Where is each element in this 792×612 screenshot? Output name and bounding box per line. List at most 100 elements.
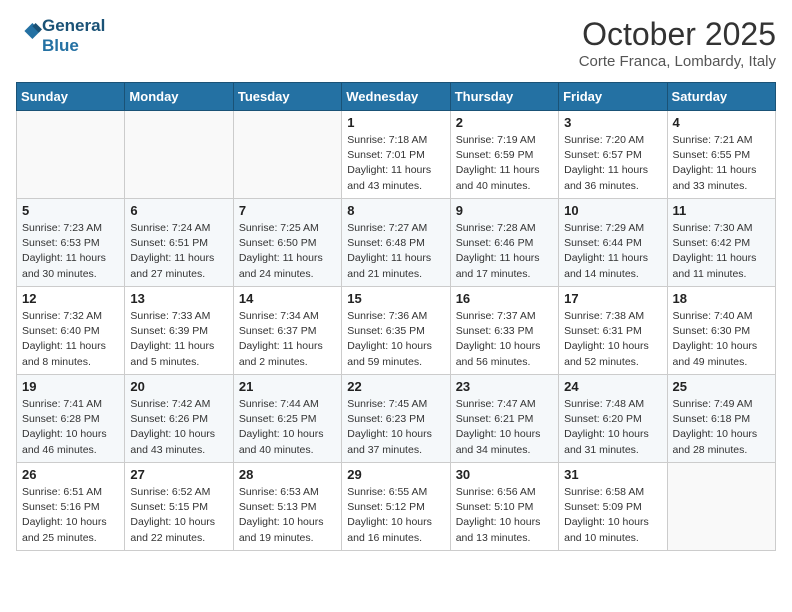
day-info: Sunrise: 7:25 AM Sunset: 6:50 PM Dayligh… [239, 221, 336, 282]
day-number: 13 [130, 291, 227, 306]
logo: General Blue [16, 16, 105, 55]
day-number: 17 [564, 291, 661, 306]
day-info: Sunrise: 7:49 AM Sunset: 6:18 PM Dayligh… [673, 397, 770, 458]
day-number: 19 [22, 379, 119, 394]
calendar-header-saturday: Saturday [667, 83, 775, 111]
day-info: Sunrise: 7:34 AM Sunset: 6:37 PM Dayligh… [239, 309, 336, 370]
calendar-cell: 30 Sunrise: 6:56 AM Sunset: 5:10 PM Dayli… [450, 463, 558, 551]
month-title: October 2025 [579, 16, 776, 53]
day-info: Sunrise: 7:45 AM Sunset: 6:23 PM Dayligh… [347, 397, 444, 458]
calendar-cell [667, 463, 775, 551]
calendar-header-monday: Monday [125, 83, 233, 111]
calendar-cell: 1 Sunrise: 7:18 AM Sunset: 7:01 PM Daylig… [342, 111, 450, 199]
day-info: Sunrise: 7:41 AM Sunset: 6:28 PM Dayligh… [22, 397, 119, 458]
day-number: 5 [22, 203, 119, 218]
calendar-cell: 12 Sunrise: 7:32 AM Sunset: 6:40 PM Dayli… [17, 287, 125, 375]
day-number: 3 [564, 115, 661, 130]
calendar-header-wednesday: Wednesday [342, 83, 450, 111]
day-info: Sunrise: 7:28 AM Sunset: 6:46 PM Dayligh… [456, 221, 553, 282]
day-info: Sunrise: 6:55 AM Sunset: 5:12 PM Dayligh… [347, 485, 444, 546]
calendar-cell: 18 Sunrise: 7:40 AM Sunset: 6:30 PM Dayli… [667, 287, 775, 375]
day-number: 21 [239, 379, 336, 394]
day-info: Sunrise: 7:38 AM Sunset: 6:31 PM Dayligh… [564, 309, 661, 370]
calendar-cell: 17 Sunrise: 7:38 AM Sunset: 6:31 PM Dayli… [559, 287, 667, 375]
day-info: Sunrise: 6:51 AM Sunset: 5:16 PM Dayligh… [22, 485, 119, 546]
calendar-cell: 25 Sunrise: 7:49 AM Sunset: 6:18 PM Dayli… [667, 375, 775, 463]
title-block: October 2025 Corte Franca, Lombardy, Ita… [579, 16, 776, 70]
calendar-cell: 8 Sunrise: 7:27 AM Sunset: 6:48 PM Daylig… [342, 199, 450, 287]
calendar-cell: 14 Sunrise: 7:34 AM Sunset: 6:37 PM Dayli… [233, 287, 341, 375]
day-info: Sunrise: 7:44 AM Sunset: 6:25 PM Dayligh… [239, 397, 336, 458]
calendar-week-row: 5 Sunrise: 7:23 AM Sunset: 6:53 PM Daylig… [17, 199, 776, 287]
day-info: Sunrise: 7:32 AM Sunset: 6:40 PM Dayligh… [22, 309, 119, 370]
day-number: 20 [130, 379, 227, 394]
day-info: Sunrise: 6:56 AM Sunset: 5:10 PM Dayligh… [456, 485, 553, 546]
calendar-week-row: 26 Sunrise: 6:51 AM Sunset: 5:16 PM Dayli… [17, 463, 776, 551]
logo-text-line1: General [42, 16, 105, 36]
calendar-header-sunday: Sunday [17, 83, 125, 111]
calendar-header-thursday: Thursday [450, 83, 558, 111]
calendar-cell: 24 Sunrise: 7:48 AM Sunset: 6:20 PM Dayli… [559, 375, 667, 463]
calendar-week-row: 12 Sunrise: 7:32 AM Sunset: 6:40 PM Dayli… [17, 287, 776, 375]
calendar-cell: 23 Sunrise: 7:47 AM Sunset: 6:21 PM Dayli… [450, 375, 558, 463]
day-number: 12 [22, 291, 119, 306]
day-info: Sunrise: 7:27 AM Sunset: 6:48 PM Dayligh… [347, 221, 444, 282]
day-number: 10 [564, 203, 661, 218]
day-info: Sunrise: 6:58 AM Sunset: 5:09 PM Dayligh… [564, 485, 661, 546]
day-info: Sunrise: 7:23 AM Sunset: 6:53 PM Dayligh… [22, 221, 119, 282]
day-number: 30 [456, 467, 553, 482]
day-number: 16 [456, 291, 553, 306]
day-info: Sunrise: 7:19 AM Sunset: 6:59 PM Dayligh… [456, 133, 553, 194]
day-number: 28 [239, 467, 336, 482]
calendar-cell: 19 Sunrise: 7:41 AM Sunset: 6:28 PM Dayli… [17, 375, 125, 463]
day-number: 31 [564, 467, 661, 482]
day-info: Sunrise: 7:21 AM Sunset: 6:55 PM Dayligh… [673, 133, 770, 194]
logo-icon [18, 21, 42, 41]
day-number: 8 [347, 203, 444, 218]
day-info: Sunrise: 7:48 AM Sunset: 6:20 PM Dayligh… [564, 397, 661, 458]
calendar-cell: 16Sunrise: 7:37 AM Sunset: 6:33 PM Dayli… [450, 287, 558, 375]
day-number: 1 [347, 115, 444, 130]
day-info: Sunrise: 7:40 AM Sunset: 6:30 PM Dayligh… [673, 309, 770, 370]
day-info: Sunrise: 7:18 AM Sunset: 7:01 PM Dayligh… [347, 133, 444, 194]
day-number: 7 [239, 203, 336, 218]
day-number: 23 [456, 379, 553, 394]
page-header: General Blue October 2025 Corte Franca, … [16, 16, 776, 70]
day-info: Sunrise: 7:33 AM Sunset: 6:39 PM Dayligh… [130, 309, 227, 370]
location: Corte Franca, Lombardy, Italy [579, 53, 776, 70]
day-info: Sunrise: 7:20 AM Sunset: 6:57 PM Dayligh… [564, 133, 661, 194]
day-number: 14 [239, 291, 336, 306]
day-number: 4 [673, 115, 770, 130]
calendar-cell: 15 Sunrise: 7:36 AM Sunset: 6:35 PM Dayli… [342, 287, 450, 375]
day-info: Sunrise: 7:42 AM Sunset: 6:26 PM Dayligh… [130, 397, 227, 458]
day-number: 27 [130, 467, 227, 482]
day-number: 25 [673, 379, 770, 394]
calendar-cell [125, 111, 233, 199]
logo-text-line2: Blue [42, 36, 105, 56]
calendar-header-friday: Friday [559, 83, 667, 111]
calendar-cell [17, 111, 125, 199]
day-number: 22 [347, 379, 444, 394]
day-number: 2 [456, 115, 553, 130]
calendar-cell: 4 Sunrise: 7:21 AM Sunset: 6:55 PM Daylig… [667, 111, 775, 199]
calendar-cell [233, 111, 341, 199]
day-info: Sunrise: 7:36 AM Sunset: 6:35 PM Dayligh… [347, 309, 444, 370]
day-number: 24 [564, 379, 661, 394]
calendar-cell: 9Sunrise: 7:28 AM Sunset: 6:46 PM Daylig… [450, 199, 558, 287]
calendar-cell: 10Sunrise: 7:29 AM Sunset: 6:44 PM Dayli… [559, 199, 667, 287]
day-info: Sunrise: 6:52 AM Sunset: 5:15 PM Dayligh… [130, 485, 227, 546]
calendar-cell: 7 Sunrise: 7:25 AM Sunset: 6:50 PM Daylig… [233, 199, 341, 287]
calendar-week-row: 1 Sunrise: 7:18 AM Sunset: 7:01 PM Daylig… [17, 111, 776, 199]
day-number: 6 [130, 203, 227, 218]
day-info: Sunrise: 7:24 AM Sunset: 6:51 PM Dayligh… [130, 221, 227, 282]
day-number: 15 [347, 291, 444, 306]
day-number: 26 [22, 467, 119, 482]
day-info: Sunrise: 7:30 AM Sunset: 6:42 PM Dayligh… [673, 221, 770, 282]
calendar-cell: 11Sunrise: 7:30 AM Sunset: 6:42 PM Dayli… [667, 199, 775, 287]
calendar-week-row: 19 Sunrise: 7:41 AM Sunset: 6:28 PM Dayli… [17, 375, 776, 463]
calendar-cell: 28Sunrise: 6:53 AM Sunset: 5:13 PM Dayli… [233, 463, 341, 551]
calendar-cell: 26 Sunrise: 6:51 AM Sunset: 5:16 PM Dayli… [17, 463, 125, 551]
calendar-cell: 20 Sunrise: 7:42 AM Sunset: 6:26 PM Dayli… [125, 375, 233, 463]
day-number: 18 [673, 291, 770, 306]
day-info: Sunrise: 7:47 AM Sunset: 6:21 PM Dayligh… [456, 397, 553, 458]
